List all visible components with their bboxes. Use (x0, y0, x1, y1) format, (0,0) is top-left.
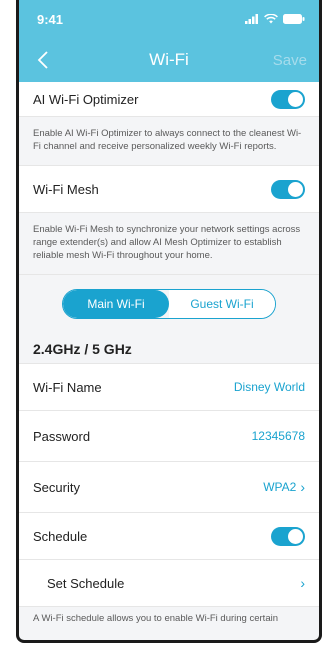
mesh-description: Enable Wi-Fi Mesh to synchronize your ne… (19, 213, 319, 275)
password-row[interactable]: Password 12345678 (19, 411, 319, 462)
chevron-right-icon: › (300, 575, 305, 591)
signal-icon (245, 14, 258, 24)
status-time: 9:41 (37, 11, 64, 27)
security-row[interactable]: Security WPA2 › (19, 462, 319, 513)
security-label: Security (33, 479, 80, 495)
save-button[interactable]: Save (273, 52, 307, 69)
wifi-name-row[interactable]: Wi-Fi Name Disney World (19, 364, 319, 411)
schedule-row: Schedule (19, 513, 319, 560)
tab-guest-wifi[interactable]: Guest Wi-Fi (169, 290, 275, 318)
schedule-toggle[interactable] (271, 526, 305, 546)
security-value-group: WPA2 › (263, 479, 305, 495)
set-schedule-label: Set Schedule (47, 575, 125, 591)
chevron-right-icon: › (300, 479, 305, 495)
nav-bar: Wi-Fi Save (19, 38, 319, 82)
optimizer-label: AI Wi-Fi Optimizer (33, 91, 139, 107)
segmented-control: Main Wi-Fi Guest Wi-Fi (62, 289, 276, 319)
mesh-label: Wi-Fi Mesh (33, 181, 99, 197)
mesh-toggle[interactable] (271, 179, 305, 199)
network-selector: Main Wi-Fi Guest Wi-Fi (19, 275, 319, 333)
wifi-icon (264, 14, 278, 24)
back-button[interactable] (29, 46, 57, 74)
password-label: Password (33, 428, 91, 444)
wifi-name-value: Disney World (233, 380, 305, 394)
schedule-label: Schedule (33, 528, 88, 544)
mesh-row: Wi-Fi Mesh (19, 166, 319, 213)
tab-main-wifi[interactable]: Main Wi-Fi (63, 290, 169, 318)
back-chevron-icon (37, 51, 48, 69)
wifi-name-label: Wi-Fi Name (33, 379, 102, 395)
phone-screen: 9:41 Wi-Fi Save AI Wi-Fi Optimizer Enabl… (16, 0, 322, 643)
optimizer-toggle[interactable] (271, 89, 305, 109)
set-schedule-row[interactable]: Set Schedule › (19, 560, 319, 607)
schedule-description: A Wi-Fi schedule allows you to enable Wi… (19, 607, 319, 630)
password-value: 12345678 (251, 429, 305, 443)
security-value: WPA2 (263, 480, 297, 494)
optimizer-row: AI Wi-Fi Optimizer (19, 82, 319, 117)
status-bar: 9:41 (19, 0, 319, 38)
battery-icon (283, 14, 305, 24)
band-header: 2.4GHz / 5 GHz (19, 333, 319, 364)
optimizer-description: Enable AI Wi-Fi Optimizer to always conn… (19, 117, 319, 166)
status-icons (245, 14, 305, 24)
